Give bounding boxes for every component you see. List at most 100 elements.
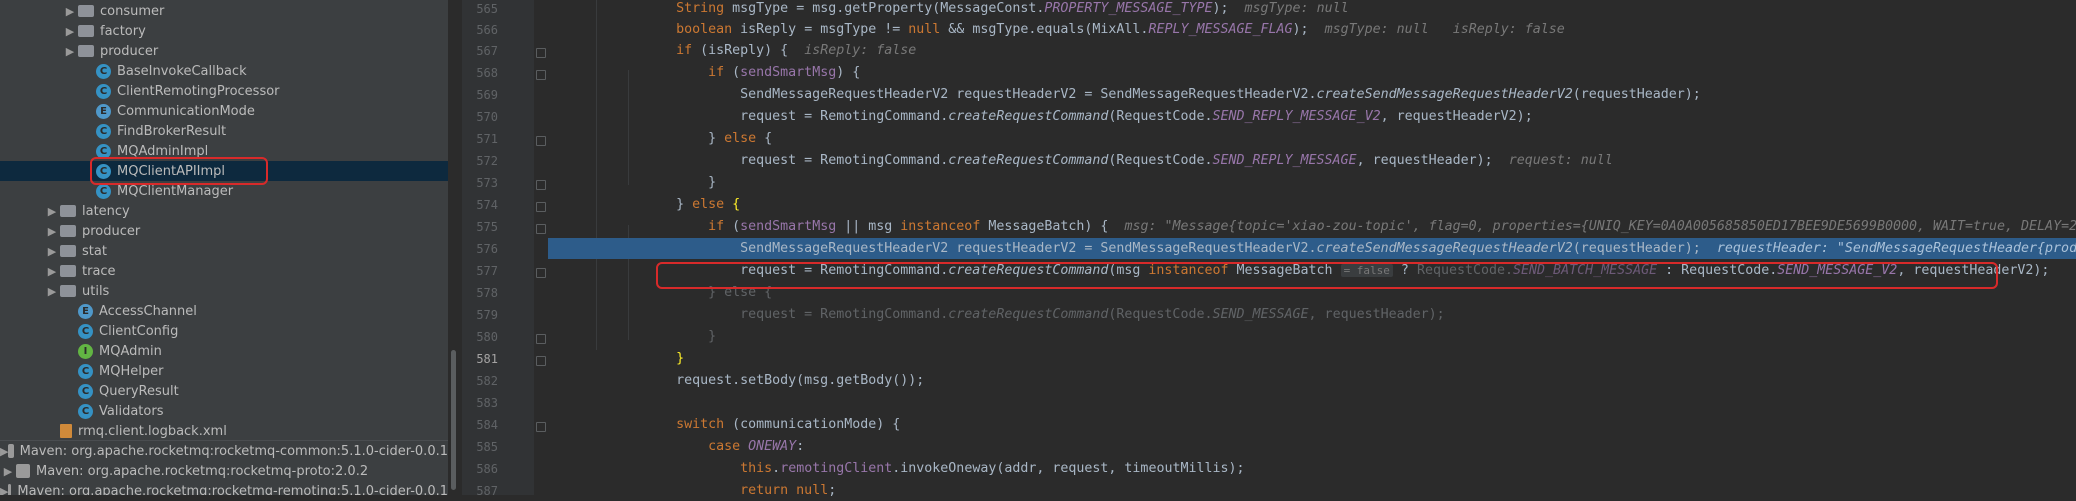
tree-item[interactable]: E CommunicationMode <box>0 101 448 121</box>
fold-marker-icon[interactable] <box>536 202 546 212</box>
line-number[interactable]: 582 <box>462 374 498 388</box>
class-icon: C <box>96 83 111 99</box>
line-number[interactable]: 565 <box>462 2 498 16</box>
fold-marker-icon[interactable] <box>536 70 546 80</box>
library-label: Maven: org.apache.rocketmq:rocketmq-remo… <box>17 483 448 496</box>
code-line-585: case ONEWAY: <box>708 439 805 454</box>
tree-item[interactable]: C QueryResult <box>0 381 448 401</box>
class-icon: C <box>78 383 93 399</box>
tree-item-label: Validators <box>99 403 164 419</box>
tree-item[interactable]: ▶ trace <box>0 261 448 281</box>
code-editor[interactable]: 565 566 567 568 569 570 571 572 573 574 575 576 577 5… <box>462 0 2076 498</box>
chevron-right-icon[interactable]: ▶ <box>62 5 78 18</box>
debug-hint: requestHeader: "SendMessageRequestHeader… <box>1716 241 2076 256</box>
fold-marker-icon[interactable] <box>536 334 546 344</box>
fold-marker-icon[interactable] <box>536 422 546 432</box>
fold-marker-icon[interactable] <box>536 48 546 58</box>
line-number[interactable]: 579 <box>462 308 498 322</box>
library-icon <box>16 464 30 478</box>
tree-item[interactable]: ▶ utils <box>0 281 448 301</box>
code-line-571: } else { <box>548 131 773 146</box>
code-area[interactable]: String msgType = msg.getProperty(Message… <box>548 0 2076 498</box>
chevron-right-icon[interactable]: ▶ <box>44 225 60 238</box>
chevron-right-icon[interactable]: ▶ <box>0 445 8 458</box>
library-item[interactable]: ▶ Maven: org.apache.rocketmq:rocketmq-com… <box>0 441 448 461</box>
fold-marker-icon[interactable] <box>536 180 546 190</box>
line-number[interactable]: 586 <box>462 462 498 476</box>
line-number[interactable]: 572 <box>462 154 498 168</box>
tree-item[interactable]: C ClientConfig <box>0 321 448 341</box>
library-item[interactable]: ▶ Maven: org.apache.rocketmq:rocketmq-pro… <box>0 461 448 481</box>
line-number[interactable]: 568 <box>462 66 498 80</box>
tree-item[interactable]: ▶ stat <box>0 241 448 261</box>
line-number[interactable]: 570 <box>462 110 498 124</box>
tree-item-label: rmq.client.logback.xml <box>78 423 227 439</box>
tree-item-label: stat <box>82 243 107 259</box>
chevron-right-icon[interactable]: ▶ <box>44 285 60 298</box>
tree-item[interactable]: ▶ consumer <box>0 1 448 21</box>
tree-item[interactable]: ▶ factory <box>0 21 448 41</box>
code-line-584: switch (communicationMode) { <box>676 417 901 432</box>
line-number[interactable]: 574 <box>462 198 498 212</box>
code-line-579: request = RemotingCommand.createRequestC… <box>548 307 1445 322</box>
code-line-570: request = RemotingCommand.createRequestC… <box>548 109 1533 124</box>
folder-icon <box>60 205 76 217</box>
line-number[interactable]: 577 <box>462 264 498 278</box>
line-number[interactable]: 575 <box>462 220 498 234</box>
line-number[interactable]: 581 <box>462 352 498 366</box>
line-number[interactable]: 566 <box>462 23 498 37</box>
line-number[interactable]: 583 <box>462 396 498 410</box>
tree-item[interactable]: rmq.client.logback.xml <box>0 421 448 441</box>
fold-marker-icon[interactable] <box>536 356 546 366</box>
chevron-right-icon[interactable]: ▶ <box>44 205 60 218</box>
debug-hint: isReply: false <box>1452 22 1565 37</box>
folder-icon <box>78 5 94 17</box>
tree-scrollbar[interactable] <box>451 350 456 490</box>
chevron-right-icon[interactable]: ▶ <box>62 25 78 38</box>
debug-hint: msg: "Message{topic='xiao-zou-topic', fl… <box>1124 219 2076 234</box>
annotation-box-class <box>90 157 268 185</box>
folder-icon <box>78 45 94 57</box>
tree-item[interactable]: C MQHelper <box>0 361 448 381</box>
code-line-580: } <box>548 329 717 344</box>
tree-item[interactable]: C BaseInvokeCallback <box>0 61 448 81</box>
chevron-right-icon[interactable]: ▶ <box>0 465 16 478</box>
library-item[interactable]: ▶ Maven: org.apache.rocketmq:rocketmq-rem… <box>0 481 448 495</box>
tree-item[interactable]: ▶ producer <box>0 221 448 241</box>
line-number[interactable]: 573 <box>462 176 498 190</box>
tree-item-label: latency <box>82 203 130 219</box>
interface-icon: I <box>78 343 93 359</box>
line-number[interactable]: 585 <box>462 440 498 454</box>
chevron-right-icon[interactable]: ▶ <box>0 485 8 496</box>
tree-item[interactable]: E AccessChannel <box>0 301 448 321</box>
xml-file-icon <box>60 424 72 438</box>
line-number[interactable]: 578 <box>462 286 498 300</box>
code-line-573: } <box>548 175 717 190</box>
line-number[interactable]: 576 <box>462 242 498 256</box>
tree-item[interactable]: ▶ latency <box>0 201 448 221</box>
tree-item[interactable]: ▶ producer <box>0 41 448 61</box>
chevron-right-icon[interactable]: ▶ <box>62 45 78 58</box>
tree-item-label: BaseInvokeCallback <box>117 63 247 79</box>
library-icon <box>8 484 12 495</box>
tree-item[interactable]: C FindBrokerResult <box>0 121 448 141</box>
tree-item-label: consumer <box>100 3 165 19</box>
chevron-right-icon[interactable]: ▶ <box>44 245 60 258</box>
chevron-right-icon[interactable]: ▶ <box>44 265 60 278</box>
line-number[interactable]: 584 <box>462 418 498 432</box>
line-number[interactable]: 571 <box>462 132 498 146</box>
tree-item[interactable]: C Validators <box>0 401 448 421</box>
line-number[interactable]: 580 <box>462 330 498 344</box>
tree-item-label: producer <box>100 43 159 59</box>
line-number[interactable]: 587 <box>462 484 498 498</box>
fold-marker-icon[interactable] <box>536 224 546 234</box>
tree-item[interactable]: I MQAdmin <box>0 341 448 361</box>
code-line-586: this.remotingClient.invokeOneway(addr, r… <box>740 461 1245 476</box>
fold-marker-icon[interactable] <box>536 268 546 278</box>
tree-item[interactable]: C ClientRemotingProcessor <box>0 81 448 101</box>
code-line-567: if (isReply) { isReply: false <box>676 43 917 58</box>
debug-hint: msgType: null <box>1244 1 1349 16</box>
line-number[interactable]: 569 <box>462 88 498 102</box>
fold-marker-icon[interactable] <box>536 136 546 146</box>
line-number[interactable]: 567 <box>462 44 498 58</box>
